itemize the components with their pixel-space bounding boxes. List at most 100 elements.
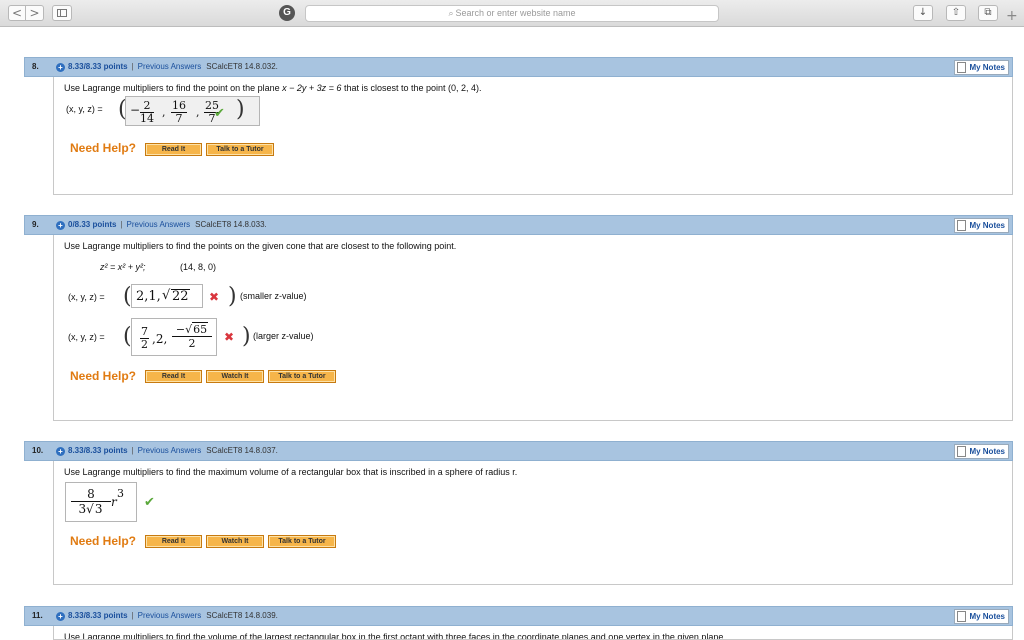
points: 8.33/8.33 points <box>68 611 128 620</box>
expand-icon[interactable]: + <box>56 447 65 456</box>
answer-label-2: (x, y, z) = <box>68 332 105 342</box>
question-text: Use Lagrange multipliers to find the poi… <box>64 241 457 251</box>
read-it-button[interactable]: Read It <box>145 370 202 383</box>
separator: | <box>131 446 134 455</box>
address-bar[interactable]: ⌕ Search or enter website name <box>305 5 719 22</box>
close-paren: ) <box>242 324 251 349</box>
read-it-button[interactable]: Read It <box>145 143 202 156</box>
question-body: Use Lagrange multipliers to find the poi… <box>53 77 1013 195</box>
answer-box[interactable]: 8 3√3 r 3 <box>65 482 137 522</box>
question-header: 9. +0/8.33 points | Previous Answers SCalcE… <box>24 215 1013 235</box>
question-meta: +8.33/8.33 points | Previous Answers SCalcE… <box>56 611 278 621</box>
answer-box-larger[interactable]: 72 ,2, −√65 2 <box>131 318 217 356</box>
question-header: 11. +8.33/8.33 points | Previous Answers SC… <box>24 606 1013 626</box>
hint-smaller: (smaller z-value) <box>240 291 307 301</box>
question-meta: +0/8.33 points | Previous Answers SCalcET8 … <box>56 220 267 230</box>
talk-to-tutor-button[interactable]: Talk to a Tutor <box>268 535 336 548</box>
question-body: Use Lagrange multipliers to find the vol… <box>53 626 1013 640</box>
previous-answers-link[interactable]: Previous Answers <box>138 62 202 71</box>
need-help-label: Need Help? <box>70 534 137 548</box>
my-notes-button[interactable]: My Notes <box>954 218 1009 233</box>
question-code: SCalcET8 14.8.032. <box>206 62 278 71</box>
browser-toolbar: < > G ⌕ Search or enter website name ↓ ⇧ … <box>0 0 1024 27</box>
expand-icon[interactable]: + <box>56 612 65 621</box>
watch-it-button[interactable]: Watch It <box>206 370 264 383</box>
separator: | <box>131 611 134 620</box>
question-9: 9. +0/8.33 points | Previous Answers SCalcE… <box>24 215 1013 421</box>
expand-icon[interactable]: + <box>56 221 65 230</box>
question-code: SCalcET8 14.8.039. <box>206 611 278 620</box>
hint-larger: (larger z-value) <box>253 331 314 341</box>
my-notes-label: My Notes <box>969 447 1005 456</box>
note-icon <box>957 62 967 73</box>
question-number: 9. <box>32 220 39 229</box>
correct-icon: ✔ <box>214 106 225 121</box>
question-header: 10. +8.33/8.33 points | Previous Answers SC… <box>24 441 1013 461</box>
close-paren: ) <box>236 97 245 122</box>
search-icon: ⌕ <box>448 9 454 19</box>
nav-buttons: < > <box>8 5 44 21</box>
previous-answers-link[interactable]: Previous Answers <box>138 611 202 620</box>
question-code: SCalcET8 14.8.037. <box>206 446 278 455</box>
question-text: Use Lagrange multipliers to find the poi… <box>64 83 482 93</box>
incorrect-icon: ✖ <box>209 290 220 304</box>
share-button[interactable]: ⇧ <box>946 5 966 21</box>
cone-equation: z² = x² + y²; <box>100 262 146 272</box>
sidebar-toggle-button[interactable] <box>52 5 72 21</box>
my-notes-button[interactable]: My Notes <box>954 609 1009 624</box>
my-notes-label: My Notes <box>969 63 1005 72</box>
points: 8.33/8.33 points <box>68 62 128 71</box>
separator: | <box>120 220 123 229</box>
answer-label-1: (x, y, z) = <box>68 292 105 302</box>
watch-it-button[interactable]: Watch It <box>206 535 264 548</box>
tabs-icon: ⧉ <box>984 7 992 18</box>
my-notes-button[interactable]: My Notes <box>954 60 1009 75</box>
points: 0/8.33 points <box>68 220 117 229</box>
sidebar-icon <box>57 9 67 17</box>
question-code: SCalcET8 14.8.033. <box>195 220 267 229</box>
note-icon <box>957 220 967 231</box>
given-point: (14, 8, 0) <box>180 262 217 272</box>
my-notes-label: My Notes <box>969 612 1005 621</box>
answer-label: (x, y, z) = <box>66 104 103 114</box>
note-icon <box>957 611 967 622</box>
question-body: Use Lagrange multipliers to find the max… <box>53 461 1013 585</box>
expand-icon[interactable]: + <box>56 63 65 72</box>
note-icon <box>957 446 967 457</box>
back-button[interactable]: < <box>8 5 26 21</box>
question-11: 11. +8.33/8.33 points | Previous Answers SC… <box>24 606 1013 640</box>
forward-button[interactable]: > <box>26 5 44 21</box>
question-meta: +8.33/8.33 points | Previous Answers SCalcE… <box>56 446 278 456</box>
question-meta: +8.33/8.33 points | Previous Answers SCalcE… <box>56 62 278 72</box>
question-number: 10. <box>32 446 44 455</box>
answer-box-smaller[interactable]: 2,1, √ 22 <box>131 284 203 308</box>
new-tab-button[interactable]: + <box>1006 9 1018 23</box>
incorrect-icon: ✖ <box>224 330 235 344</box>
close-paren: ) <box>228 284 237 309</box>
talk-to-tutor-button[interactable]: Talk to a Tutor <box>206 143 274 156</box>
share-icon: ⇧ <box>951 7 961 18</box>
question-body: Use Lagrange multipliers to find the poi… <box>53 235 1013 421</box>
correct-icon: ✔ <box>144 495 155 510</box>
address-placeholder: Search or enter website name <box>455 8 576 18</box>
talk-to-tutor-button[interactable]: Talk to a Tutor <box>268 370 336 383</box>
question-text: Use Lagrange multipliers to find the max… <box>64 467 518 477</box>
points: 8.33/8.33 points <box>68 446 128 455</box>
question-header: 8. +8.33/8.33 points | Previous Answers SCa… <box>24 57 1013 77</box>
question-10: 10. +8.33/8.33 points | Previous Answers SC… <box>24 441 1013 585</box>
separator: | <box>131 62 134 71</box>
need-help-label: Need Help? <box>70 369 137 383</box>
read-it-button[interactable]: Read It <box>145 535 202 548</box>
need-help-label: Need Help? <box>70 141 137 155</box>
download-icon: ↓ <box>918 7 928 18</box>
my-notes-button[interactable]: My Notes <box>954 444 1009 459</box>
previous-answers-link[interactable]: Previous Answers <box>138 446 202 455</box>
question-number: 11. <box>32 611 43 620</box>
previous-answers-link[interactable]: Previous Answers <box>127 220 191 229</box>
extension-icon[interactable]: G <box>279 5 295 21</box>
question-number: 8. <box>32 62 39 71</box>
my-notes-label: My Notes <box>969 221 1005 230</box>
download-button[interactable]: ↓ <box>913 5 933 21</box>
question-text: Use Lagrange multipliers to find the vol… <box>64 632 726 640</box>
tabs-button[interactable]: ⧉ <box>978 5 998 21</box>
